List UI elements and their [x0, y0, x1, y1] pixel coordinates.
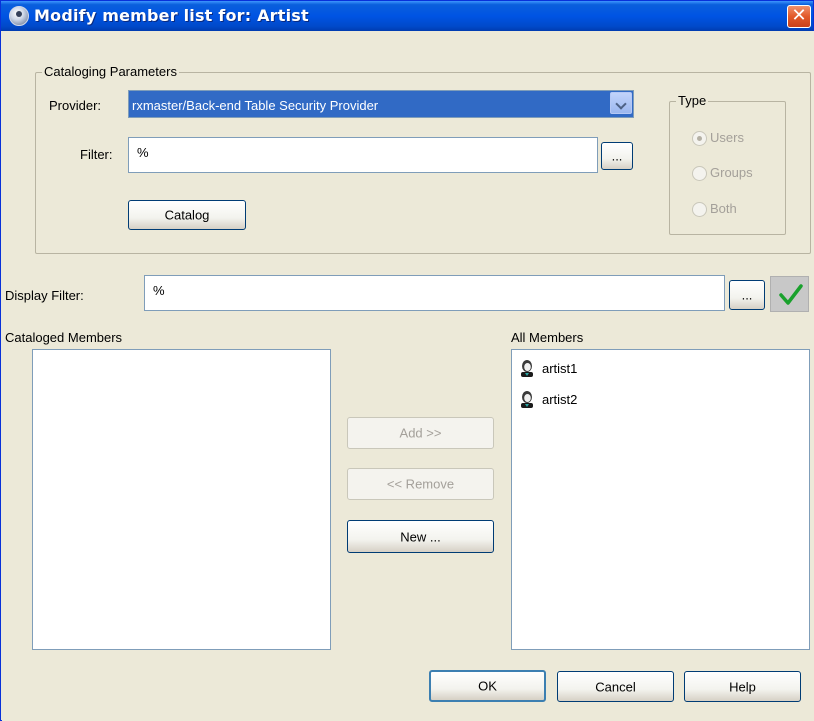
type-radio-both-label: Both: [710, 201, 737, 216]
help-button[interactable]: Help: [684, 671, 801, 702]
ok-button-label: OK: [478, 678, 497, 694]
radio-unselected-icon: [692, 202, 707, 217]
app-icon: [9, 6, 29, 26]
new-button[interactable]: New ...: [347, 520, 494, 553]
new-button-label: New ...: [400, 529, 441, 544]
dialog-content: Cataloging Parameters Provider: rxmaster…: [2, 31, 814, 721]
cataloging-parameters-legend: Cataloging Parameters: [42, 64, 179, 79]
list-item-label: artist1: [542, 361, 578, 376]
user-icon: [521, 360, 533, 377]
list-item[interactable]: artist2: [518, 390, 798, 410]
checkmark-icon: [779, 284, 803, 305]
add-button-label: Add >>: [399, 425, 442, 441]
cataloged-members-title: Cataloged Members: [5, 330, 123, 345]
apply-filter-button[interactable]: [770, 276, 809, 312]
display-filter-browse-button[interactable]: ...: [729, 280, 765, 310]
filter-input[interactable]: %: [128, 137, 598, 173]
type-radio-users-label: Users: [710, 130, 744, 145]
type-radio-groups-label: Groups: [710, 165, 753, 180]
radio-selected-icon: [692, 131, 707, 146]
cancel-button-label: Cancel: [595, 679, 636, 694]
close-icon: ✕: [791, 5, 807, 26]
dialog-window: Modify member list for: Artist ✕ Catalog…: [0, 0, 814, 721]
catalog-button-label: Catalog: [164, 207, 210, 223]
display-filter-label: Display Filter:: [5, 288, 84, 303]
remove-button[interactable]: << Remove: [347, 468, 494, 500]
title-bar[interactable]: Modify member list for: Artist ✕: [1, 1, 813, 31]
close-button[interactable]: ✕: [787, 5, 811, 28]
type-legend: Type: [676, 93, 709, 108]
ok-button[interactable]: OK: [429, 670, 546, 702]
chevron-down-icon[interactable]: [610, 92, 632, 114]
display-filter-input[interactable]: %: [144, 275, 725, 311]
all-members-title: All Members: [511, 330, 584, 345]
list-item[interactable]: artist1: [518, 359, 798, 379]
display-filter-browse-label: ...: [741, 287, 753, 303]
remove-button-label: << Remove: [386, 476, 455, 492]
user-icon: [521, 391, 533, 408]
filter-label: Filter:: [80, 147, 113, 162]
filter-browse-label: ...: [611, 148, 623, 164]
provider-select[interactable]: rxmaster/Back-end Table Security Provide…: [128, 90, 634, 118]
add-button[interactable]: Add >>: [347, 417, 494, 449]
provider-select-value: rxmaster/Back-end Table Security Provide…: [132, 98, 379, 113]
radio-unselected-icon: [692, 166, 707, 181]
help-button-label: Help: [729, 679, 756, 694]
cataloged-members-list[interactable]: [32, 349, 331, 650]
catalog-button[interactable]: Catalog: [128, 200, 246, 230]
dialog-title: Modify member list for: Artist: [34, 6, 309, 25]
cancel-button[interactable]: Cancel: [557, 671, 674, 702]
filter-browse-button[interactable]: ...: [601, 142, 633, 170]
list-item-label: artist2: [542, 392, 578, 407]
provider-label: Provider:: [49, 98, 102, 113]
all-members-list[interactable]: artist1 artist2: [511, 349, 810, 650]
